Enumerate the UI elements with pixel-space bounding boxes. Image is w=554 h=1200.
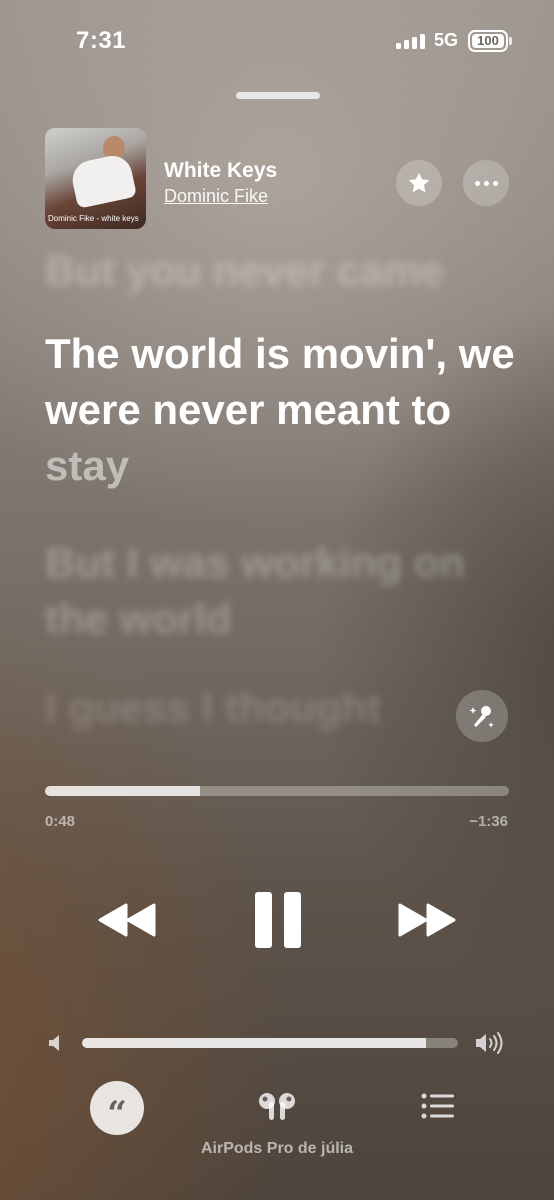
- album-artwork[interactable]: Dominic Fike - white keys: [45, 128, 146, 229]
- playback-progress-fill: [45, 786, 201, 796]
- pause-button[interactable]: [255, 892, 301, 948]
- favorite-button[interactable]: [396, 160, 442, 206]
- playback-scrubber[interactable]: [45, 786, 509, 796]
- elapsed-time: 0:48: [45, 813, 76, 830]
- cellular-signal-icon: [396, 33, 425, 49]
- queue-list-icon: [421, 1093, 454, 1119]
- song-title: White Keys: [164, 159, 278, 182]
- lyric-upcoming-word: stay: [45, 442, 130, 489]
- battery-tip: [509, 37, 512, 45]
- queue-button[interactable]: [421, 1092, 455, 1120]
- lyric-sung: The world is movin', we were never meant…: [45, 330, 515, 433]
- lyric-line-previous[interactable]: But you never came: [45, 243, 525, 299]
- battery-level: 100: [472, 34, 504, 48]
- remaining-time: −1:36: [469, 813, 508, 830]
- volume-level-fill: [82, 1038, 427, 1048]
- volume-slider[interactable]: [82, 1038, 458, 1048]
- artwork-caption: Dominic Fike - white keys: [48, 214, 139, 223]
- airplay-button[interactable]: [256, 1090, 298, 1124]
- status-time: 7:31: [76, 27, 127, 54]
- next-button[interactable]: [398, 903, 456, 937]
- star-icon: [408, 172, 430, 193]
- microphone-sparkle-icon: [469, 706, 494, 728]
- battery-icon: 100: [468, 30, 508, 52]
- artwork-figure-body: [68, 152, 138, 209]
- speaker-high-icon: [474, 1031, 506, 1055]
- fast-forward-icon: [398, 903, 456, 937]
- previous-button[interactable]: [98, 903, 156, 937]
- lyrics-quote-icon: “: [107, 1094, 127, 1134]
- lyric-line-current[interactable]: The world is movin', we were never meant…: [45, 326, 525, 494]
- sing-button[interactable]: [456, 690, 508, 742]
- lyrics-button[interactable]: “: [90, 1081, 144, 1135]
- sheet-grabber[interactable]: [236, 92, 320, 99]
- ellipsis-icon: [474, 180, 480, 186]
- lyric-line-next[interactable]: But I was working on the world: [45, 535, 525, 647]
- artist-link[interactable]: Dominic Fike: [164, 186, 268, 207]
- network-type: 5G: [434, 30, 459, 50]
- speaker-low-icon: [47, 1033, 65, 1053]
- output-device-label: AirPods Pro de júlia: [200, 1140, 354, 1157]
- airpods-icon: [259, 1093, 295, 1120]
- more-options-button[interactable]: [463, 160, 509, 206]
- lyric-line-after[interactable]: I guess I thought: [45, 680, 525, 736]
- pause-icon: [255, 892, 272, 948]
- rewind-icon: [98, 903, 156, 937]
